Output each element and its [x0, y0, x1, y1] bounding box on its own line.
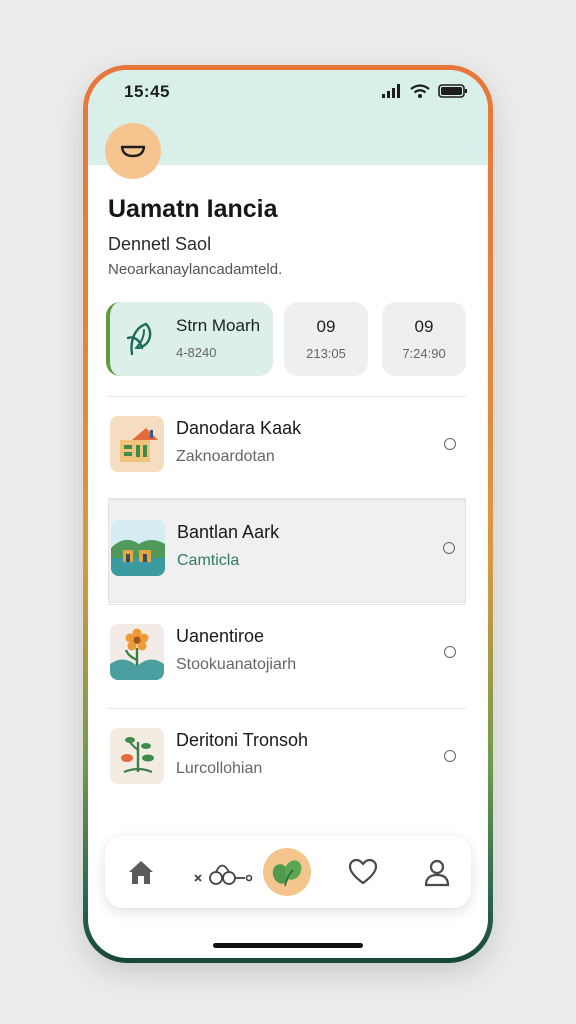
tab-bar — [105, 836, 471, 908]
stat-label: 09 — [414, 317, 434, 336]
plant-icon — [110, 728, 164, 784]
heart-icon — [348, 858, 378, 885]
list-item-title: Uanentiroe — [176, 626, 265, 646]
stat-card-primary[interactable]: Strn Moarh 4-8240 — [106, 302, 273, 376]
page-title: Uamatn Iancia — [108, 195, 278, 223]
list-item[interactable]: Deritoni Tronsoh Lurcollohian — [108, 708, 466, 812]
radio-button[interactable] — [444, 438, 456, 450]
radio-button[interactable] — [444, 750, 456, 762]
radio-button[interactable] — [444, 646, 456, 658]
status-time: 15:45 — [124, 82, 170, 101]
route-icon — [194, 864, 253, 885]
battery-icon — [438, 84, 467, 98]
page-description: Neoarkanaylancadamteld. — [108, 261, 283, 278]
list-item-title: Danodara Kaak — [176, 418, 302, 438]
leaf-icon — [272, 860, 302, 887]
tab-profile[interactable] — [415, 850, 459, 894]
list-item-title: Deritoni Tronsoh — [176, 730, 309, 750]
radio-button[interactable] — [443, 542, 455, 554]
home-indicator[interactable] — [213, 943, 363, 948]
stat-card[interactable]: 09 213:05 — [284, 302, 368, 376]
stat-value: 213:05 — [306, 346, 346, 361]
leaf-outline-icon — [126, 322, 152, 356]
list-item-subtitle: Zaknoardotan — [176, 448, 275, 465]
tab-favorites[interactable] — [341, 850, 385, 894]
tab-explore[interactable] — [263, 848, 311, 896]
tab-routes[interactable] — [189, 850, 259, 894]
landscape-icon — [111, 520, 165, 576]
list-item-subtitle: Stookuanatojiarh — [176, 656, 297, 673]
list-item[interactable]: Danodara Kaak Zaknoardotan — [108, 396, 466, 500]
stat-label: 09 — [316, 317, 336, 336]
status-icons — [382, 84, 468, 98]
list-item[interactable]: Uanentiroe Stookuanatojiarh — [108, 604, 466, 708]
stats-row: Strn Moarh 4-8240 09 213:05 09 7:24:90 — [106, 302, 468, 376]
stat-card[interactable]: 09 7:24:90 — [382, 302, 466, 376]
user-icon — [424, 859, 450, 887]
tab-home[interactable] — [119, 850, 163, 894]
stat-value: 7:24:90 — [402, 346, 446, 361]
bowl-icon — [120, 145, 146, 158]
stat-value: 4-8240 — [176, 345, 217, 360]
list-item-title: Bantlan Aark — [177, 522, 280, 542]
wifi-icon — [410, 84, 430, 98]
list-item-selected[interactable]: Bantlan Aark Camticla — [108, 499, 466, 603]
avatar[interactable] — [105, 123, 161, 179]
flower-icon — [110, 624, 164, 680]
building-icon — [110, 416, 164, 472]
signal-icon — [382, 84, 400, 98]
list-item-subtitle: Lurcollohian — [176, 760, 263, 777]
home-icon — [129, 861, 153, 884]
list-item-subtitle: Camticla — [177, 552, 240, 569]
page-subtitle: Dennetl Saol — [108, 234, 212, 254]
stat-label: Strn Moarh — [176, 316, 261, 335]
phone-screen: 15:45 Uamatn Iancia Dennetl Saol Neoarka… — [88, 70, 488, 958]
